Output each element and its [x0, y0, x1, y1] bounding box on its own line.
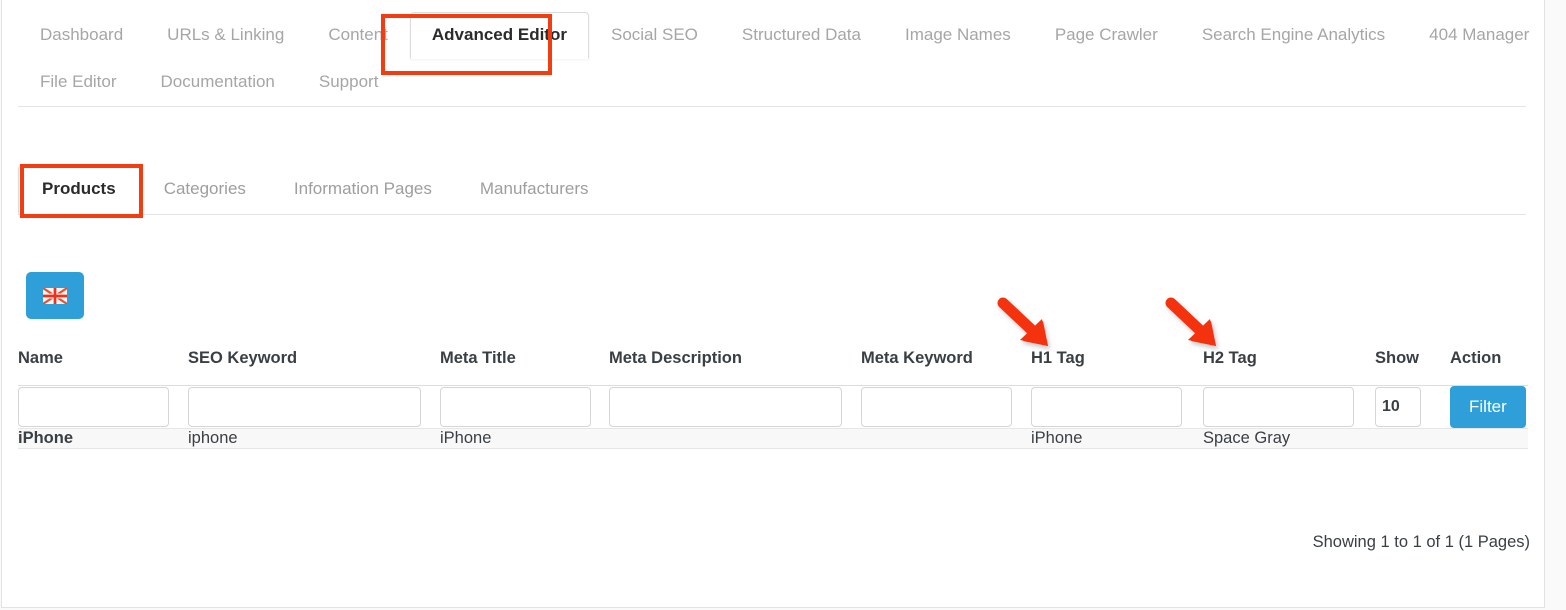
- filter-cell-meta-description: [609, 385, 861, 429]
- table-body: Filter iPhone iphone iPhone iPhone Space…: [18, 385, 1528, 449]
- sub-navigation: Products Categories Information Pages Ma…: [18, 165, 1526, 215]
- products-table: Name SEO Keyword Meta Title Meta Descrip…: [18, 345, 1528, 449]
- cell-meta-description: [609, 428, 861, 449]
- filter-cell-show: [1375, 385, 1450, 429]
- sub-tab-information-pages[interactable]: Information Pages: [270, 165, 456, 214]
- cell-meta-keyword: [861, 428, 1031, 449]
- filter-input-meta-title[interactable]: [440, 387, 591, 427]
- sub-tab-manufacturers[interactable]: Manufacturers: [456, 165, 613, 214]
- nav-tab-dashboard[interactable]: Dashboard: [18, 12, 145, 59]
- table-header-row: Name SEO Keyword Meta Title Meta Descrip…: [18, 345, 1528, 386]
- nav-tab-search-engine-analytics[interactable]: Search Engine Analytics: [1180, 12, 1407, 59]
- main-nav-row-1: Dashboard URLs & Linking Content Advance…: [18, 12, 1529, 59]
- nav-tab-content[interactable]: Content: [306, 12, 410, 59]
- main-navigation: Dashboard URLs & Linking Content Advance…: [18, 12, 1529, 107]
- filter-input-meta-description[interactable]: [609, 387, 842, 427]
- filter-row: Filter: [18, 385, 1528, 429]
- cell-name: iPhone: [18, 428, 188, 449]
- column-header-meta-title: Meta Title: [440, 345, 609, 386]
- filter-input-seo-keyword[interactable]: [188, 387, 421, 427]
- nav-tab-404-manager[interactable]: 404 Manager: [1407, 12, 1551, 59]
- nav-tab-documentation[interactable]: Documentation: [139, 59, 297, 106]
- filter-cell-h1-tag: [1031, 385, 1203, 429]
- language-selector-button[interactable]: [26, 272, 84, 319]
- table-row: iPhone iphone iPhone iPhone Space Gray: [18, 428, 1528, 449]
- nav-tab-support[interactable]: Support: [297, 59, 401, 106]
- cell-meta-title: iPhone: [440, 428, 609, 449]
- nav-tab-file-editor[interactable]: File Editor: [18, 59, 139, 106]
- pagination-summary: Showing 1 to 1 of 1 (1 Pages): [1312, 533, 1530, 551]
- filter-cell-action: Filter: [1450, 385, 1528, 429]
- sub-tab-products[interactable]: Products: [18, 165, 140, 214]
- cell-h2-tag: Space Gray: [1203, 428, 1375, 449]
- cell-show: [1375, 428, 1450, 449]
- column-header-meta-description: Meta Description: [609, 345, 861, 386]
- nav-tab-page-crawler[interactable]: Page Crawler: [1033, 12, 1180, 59]
- nav-tab-image-names[interactable]: Image Names: [883, 12, 1033, 59]
- column-header-seo-keyword: SEO Keyword: [188, 345, 440, 386]
- filter-input-name[interactable]: [18, 387, 169, 427]
- cell-h1-tag: iPhone: [1031, 428, 1203, 449]
- filter-cell-seo-keyword: [188, 385, 440, 429]
- show-count-stepper[interactable]: [1375, 387, 1421, 427]
- sub-nav-row: Products Categories Information Pages Ma…: [18, 165, 1526, 214]
- cell-seo-keyword: iphone: [188, 428, 440, 449]
- sub-tab-categories[interactable]: Categories: [140, 165, 270, 214]
- table-header: Name SEO Keyword Meta Title Meta Descrip…: [18, 345, 1528, 386]
- uk-flag-icon: [43, 287, 67, 304]
- filter-button[interactable]: Filter: [1450, 386, 1526, 428]
- filter-cell-h2-tag: [1203, 385, 1375, 429]
- column-header-h1-tag: H1 Tag: [1031, 345, 1203, 386]
- cell-action: [1450, 428, 1528, 449]
- nav-tab-advanced-editor[interactable]: Advanced Editor: [409, 12, 589, 59]
- nav-tab-urls-linking[interactable]: URLs & Linking: [145, 12, 306, 59]
- filter-input-meta-keyword[interactable]: [861, 387, 1012, 427]
- column-header-show: Show: [1375, 345, 1450, 386]
- column-header-meta-keyword: Meta Keyword: [861, 345, 1031, 386]
- main-nav-row-2: File Editor Documentation Support: [18, 59, 1526, 106]
- nav-tab-social-seo[interactable]: Social SEO: [589, 12, 720, 59]
- filter-cell-name: [18, 385, 188, 429]
- filter-input-h2-tag[interactable]: [1203, 387, 1354, 427]
- filter-input-h1-tag[interactable]: [1031, 387, 1182, 427]
- filter-cell-meta-keyword: [861, 385, 1031, 429]
- page-root: Dashboard URLs & Linking Content Advance…: [0, 0, 1566, 610]
- column-header-h2-tag: H2 Tag: [1203, 345, 1375, 386]
- nav-tab-structured-data[interactable]: Structured Data: [720, 12, 883, 59]
- filter-cell-meta-title: [440, 385, 609, 429]
- column-header-name: Name: [18, 345, 188, 386]
- column-header-action: Action: [1450, 345, 1528, 386]
